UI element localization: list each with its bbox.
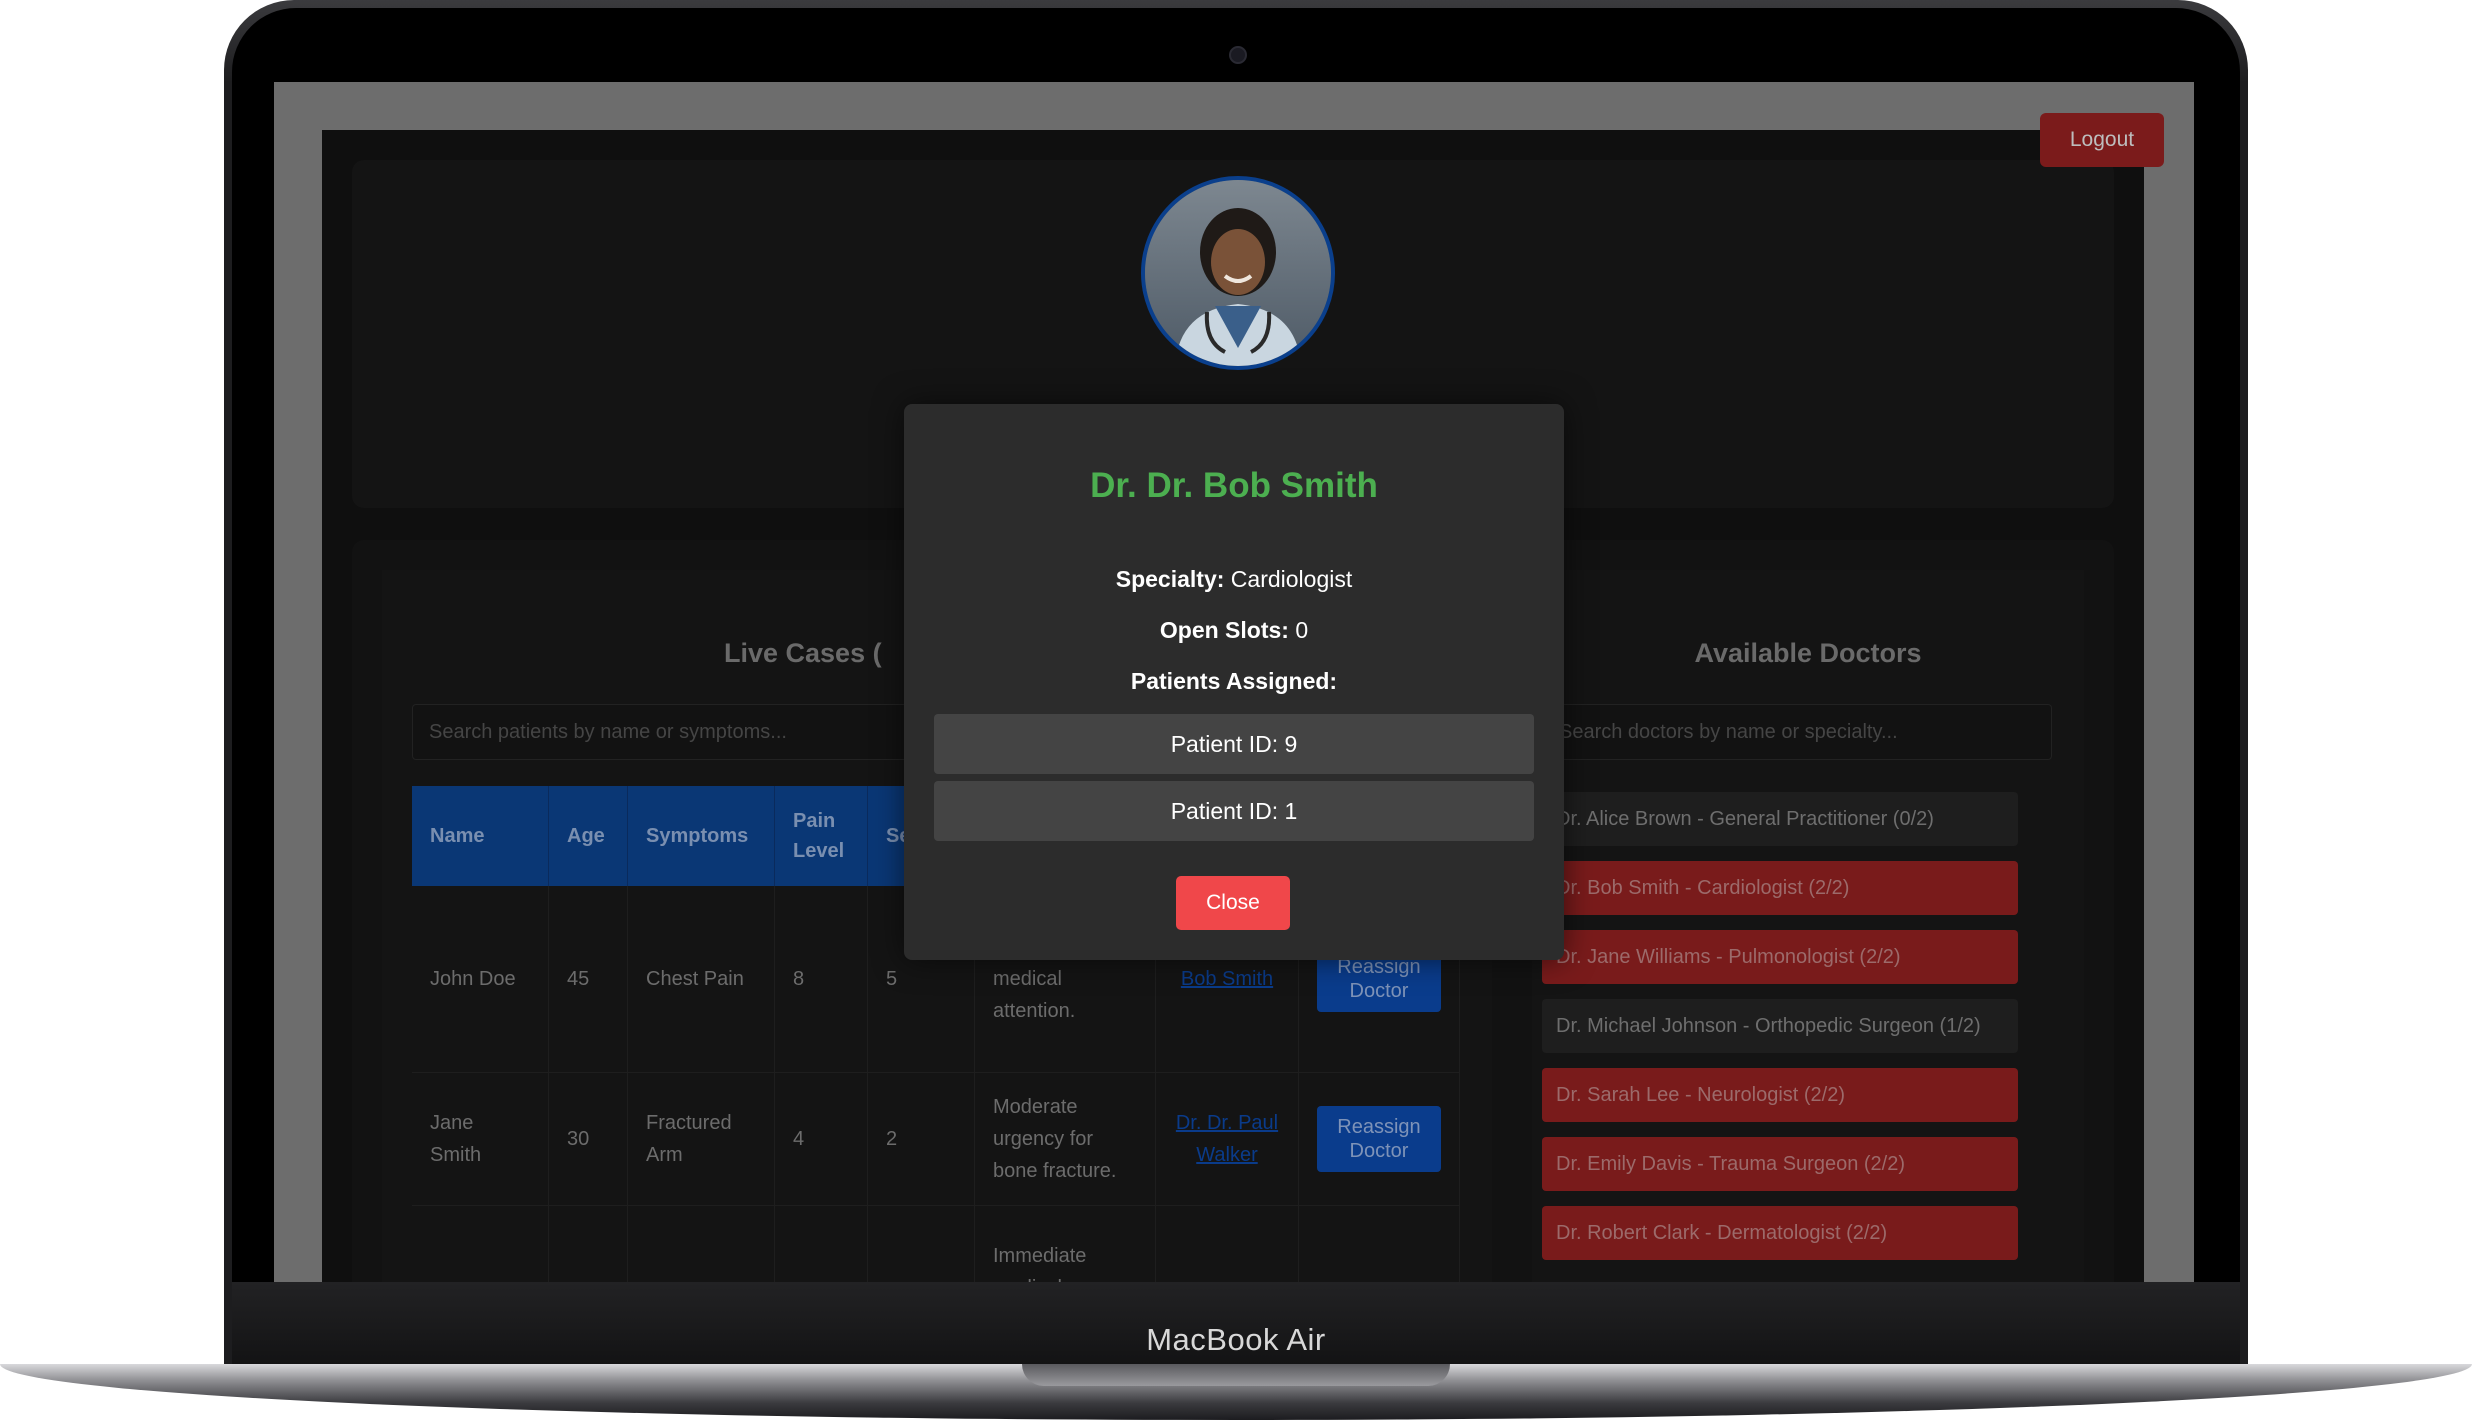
- cell-doctor: [1155, 1205, 1299, 1282]
- logout-button[interactable]: Logout: [2040, 113, 2164, 167]
- column-header-pain-level[interactable]: Pain Level: [774, 786, 868, 886]
- doctor-list-item[interactable]: Dr. Emily Davis - Trauma Surgeon (2/2): [1542, 1137, 2018, 1191]
- cell-notes: Immediate medical: [974, 1205, 1156, 1282]
- doctor-search-input[interactable]: [1542, 704, 2052, 760]
- doctor-list-item[interactable]: Dr. Michael Johnson - Orthopedic Surgeon…: [1542, 999, 2018, 1053]
- live-cases-title: Live Cases (: [724, 638, 882, 668]
- cell-notes: Moderate urgency for bone fracture.: [974, 1072, 1156, 1206]
- cell-actions: Reassign Doctor: [1298, 1072, 1460, 1206]
- cell-age: 45: [548, 886, 628, 1073]
- cell-name: John Doe: [412, 886, 549, 1073]
- device-brand: MacBook Air: [1146, 1322, 1326, 1357]
- cell-pain-level: 8: [774, 886, 868, 1073]
- doctor-list-item[interactable]: Dr. Sarah Lee - Neurologist (2/2): [1542, 1068, 2018, 1122]
- modal-doctor-name: Dr. Dr. Bob Smith: [1090, 466, 1378, 505]
- cell-age: [548, 1205, 628, 1282]
- doctor-details-modal: Dr. Dr. Bob Smith Specialty: Cardiologis…: [904, 404, 1564, 960]
- reassign-doctor-button[interactable]: Reassign Doctor: [1317, 1106, 1441, 1172]
- assigned-patient-item[interactable]: Patient ID: 1: [934, 781, 1534, 841]
- available-doctors-title: Available Doctors: [1694, 638, 1922, 668]
- doctor-list-item[interactable]: Dr. Bob Smith - Cardiologist (2/2): [1542, 861, 2018, 915]
- column-header-symptoms[interactable]: Symptoms: [627, 786, 775, 886]
- available-doctors-panel: Available Doctors Dr. Alice Brown - Gene…: [1532, 570, 2084, 1282]
- modal-open-slots: Open Slots: 0: [904, 617, 1564, 644]
- webcam-icon: [1229, 46, 1247, 64]
- doctor-list-item[interactable]: Dr. Robert Clark - Dermatologist (2/2): [1542, 1206, 2018, 1260]
- modal-specialty: Specialty: Cardiologist: [904, 566, 1564, 593]
- table-row: Jane Smith 30 Fractured Arm 4 2 Moderate…: [412, 1072, 1460, 1206]
- assigned-patient-item[interactable]: Patient ID: 9: [934, 714, 1534, 774]
- avatar: [1141, 176, 1335, 370]
- app-screen: Live Cases ( Name Age Symptoms Pain Leve…: [274, 82, 2194, 1282]
- specialty-value: Cardiologist: [1230, 566, 1353, 592]
- cell-symptoms: [627, 1205, 775, 1282]
- cell-symptoms: Fractured Arm: [627, 1072, 775, 1206]
- cell-pain-level: [774, 1205, 868, 1282]
- laptop-notch: [1022, 1364, 1450, 1386]
- doctor-portrait-icon: [1145, 180, 1331, 366]
- cell-age: 30: [548, 1072, 628, 1206]
- table-row: Immediate medical: [412, 1205, 1460, 1282]
- column-header-age[interactable]: Age: [548, 786, 628, 886]
- cell-name: [412, 1205, 549, 1282]
- doctor-list-item[interactable]: Dr. Jane Williams - Pulmonologist (2/2): [1542, 930, 2018, 984]
- modal-patients-assigned: Patients Assigned:: [904, 668, 1564, 695]
- cell-severity: [867, 1205, 975, 1282]
- cell-pain-level: 4: [774, 1072, 868, 1206]
- specialty-label: Specialty:: [1115, 566, 1225, 592]
- open-slots-label: Open Slots:: [1159, 617, 1289, 643]
- open-slots-value: 0: [1295, 617, 1309, 643]
- cell-severity: 2: [867, 1072, 975, 1206]
- cell-symptoms: Chest Pain: [627, 886, 775, 1073]
- doctor-list-item[interactable]: Dr. Alice Brown - General Practitioner (…: [1542, 792, 2018, 846]
- assigned-doctor-link[interactable]: Dr. Dr. Paul Walker: [1155, 1072, 1299, 1206]
- cell-name: Jane Smith: [412, 1072, 549, 1206]
- patients-assigned-label: Patients Assigned:: [1130, 668, 1338, 694]
- close-modal-button[interactable]: Close: [1176, 876, 1290, 930]
- column-header-name[interactable]: Name: [412, 786, 549, 886]
- cell-actions: [1298, 1205, 1460, 1282]
